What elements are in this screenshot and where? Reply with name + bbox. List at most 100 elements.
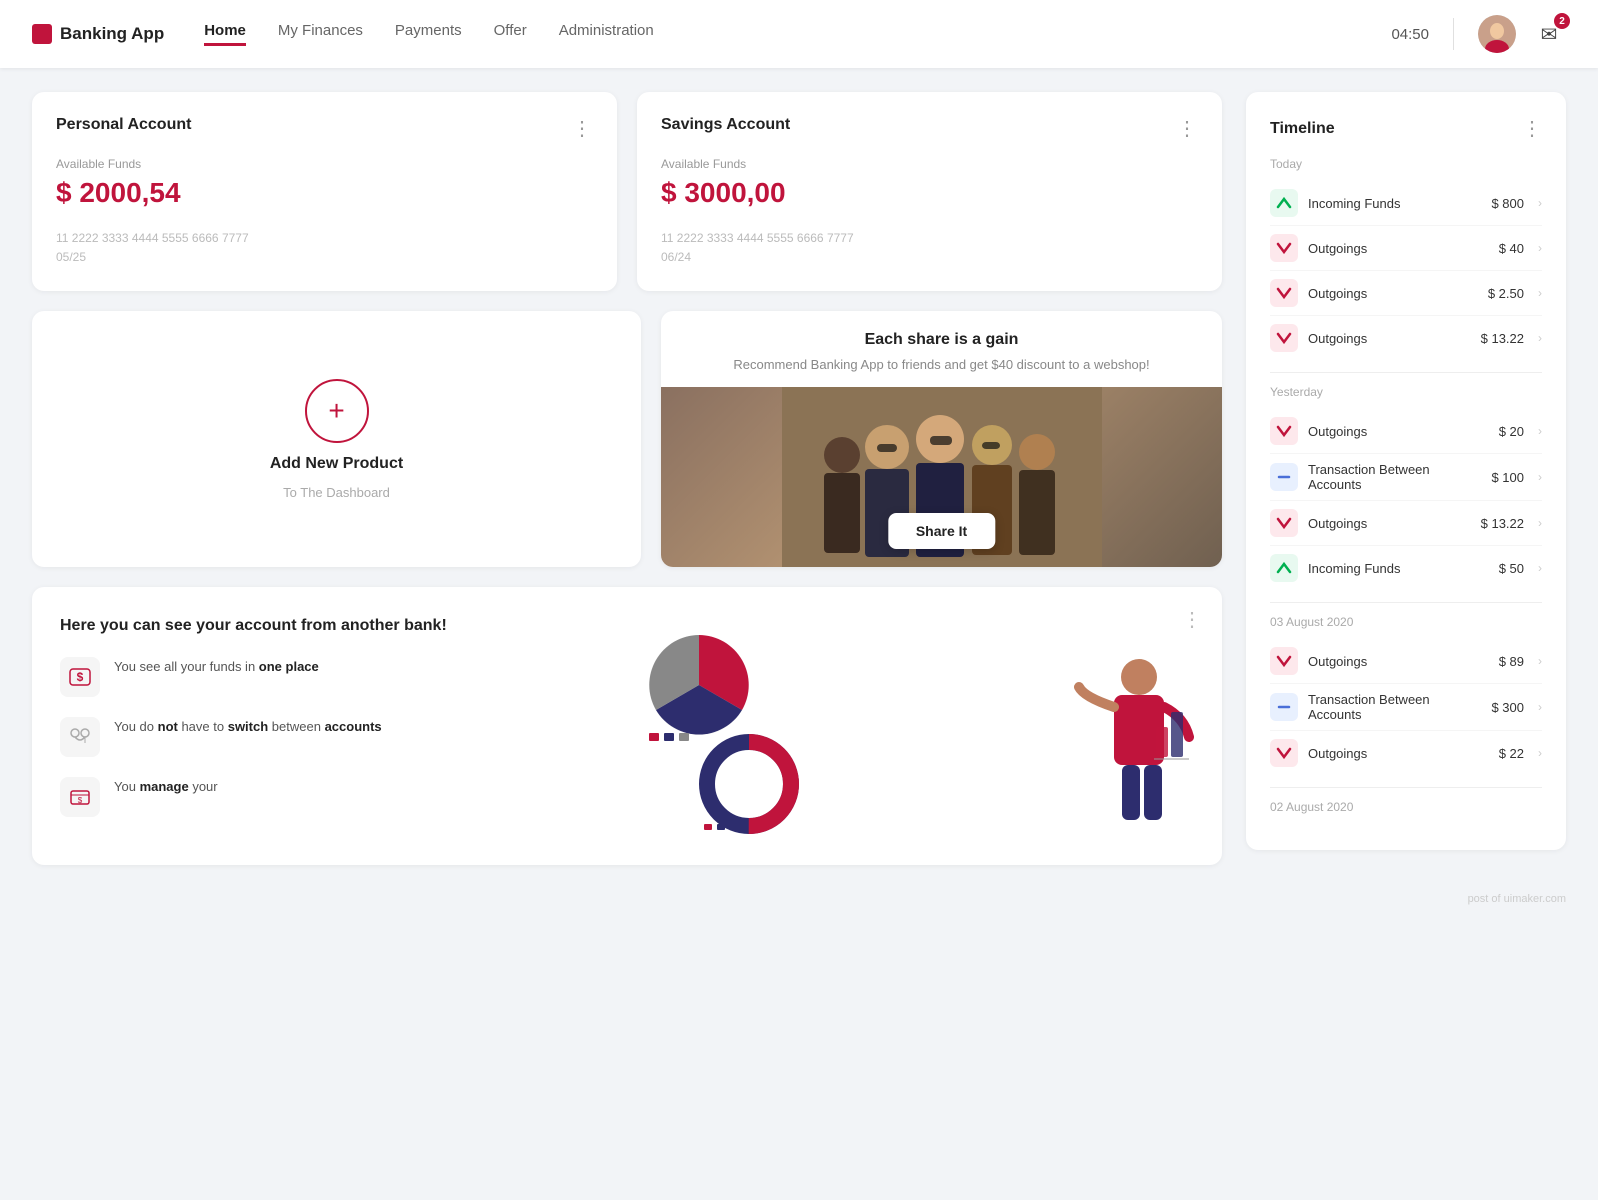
outgoing-icon bbox=[1270, 417, 1298, 445]
nav-right: 04:50 ✉ 2 bbox=[1391, 15, 1566, 53]
chevron-icon: › bbox=[1538, 286, 1542, 300]
bank-feature-text-2: You do not have to switch between accoun… bbox=[114, 717, 382, 738]
separator bbox=[1270, 602, 1542, 603]
person-illustration bbox=[1074, 647, 1194, 837]
savings-account-title: Savings Account bbox=[661, 116, 790, 134]
tl-item[interactable]: Incoming Funds $ 50 › bbox=[1270, 546, 1542, 590]
notifications-bell[interactable]: ✉ 2 bbox=[1532, 17, 1566, 51]
tl-item[interactable]: Outgoings $ 40 › bbox=[1270, 226, 1542, 271]
timeline-card: Timeline ⋮ Today Incoming Funds $ 800 › bbox=[1246, 92, 1566, 850]
tl-label: Transaction Between Accounts bbox=[1308, 692, 1481, 722]
accounts-switch-icon bbox=[68, 725, 92, 749]
personal-card-number: 11 2222 3333 4444 5555 6666 7777 bbox=[56, 229, 593, 248]
navbar: Banking App Home My Finances Payments Of… bbox=[0, 0, 1598, 68]
tl-item[interactable]: Incoming Funds $ 800 › bbox=[1270, 181, 1542, 226]
chevron-icon: › bbox=[1538, 746, 1542, 760]
tl-item[interactable]: Outgoings $ 22 › bbox=[1270, 731, 1542, 775]
chevron-icon: › bbox=[1538, 424, 1542, 438]
personal-account-menu[interactable]: ⋮ bbox=[572, 116, 593, 141]
bank-section-menu[interactable]: ⋮ bbox=[1182, 607, 1202, 632]
tl-amount: $ 300 bbox=[1491, 700, 1524, 715]
bank-feature-3: $ You manage your bbox=[60, 777, 615, 817]
tl-label: Transaction Between Accounts bbox=[1308, 462, 1481, 492]
tl-item[interactable]: Outgoings $ 2.50 › bbox=[1270, 271, 1542, 316]
bank-feature-text-3: You manage your bbox=[114, 777, 218, 798]
tl-amount: $ 13.22 bbox=[1481, 331, 1524, 346]
main-content: Personal Account ⋮ Available Funds $ 200… bbox=[0, 68, 1598, 889]
nav-time: 04:50 bbox=[1391, 26, 1429, 43]
incoming-funds-icon bbox=[1270, 189, 1298, 217]
human-figure bbox=[1074, 615, 1194, 837]
timeline-yesterday: Yesterday Outgoings $ 20 › Transaction B… bbox=[1270, 385, 1542, 590]
timeline-header: Timeline ⋮ bbox=[1270, 116, 1542, 141]
logo[interactable]: Banking App bbox=[32, 24, 164, 44]
bank-section: Here you can see your account from anoth… bbox=[32, 587, 1222, 865]
share-card-image: Share It bbox=[661, 387, 1222, 567]
logo-text: Banking App bbox=[60, 24, 164, 44]
money-icon: $ bbox=[68, 665, 92, 689]
tl-label: Outgoings bbox=[1308, 746, 1489, 761]
outgoing-icon bbox=[1270, 234, 1298, 262]
savings-account-menu[interactable]: ⋮ bbox=[1177, 116, 1198, 141]
svg-text:$: $ bbox=[78, 796, 83, 805]
pie-chart-container bbox=[639, 625, 759, 748]
bank-feature-text-1: You see all your funds in one place bbox=[114, 657, 319, 678]
timeline-aug3: 03 August 2020 Outgoings $ 89 › Transact… bbox=[1270, 615, 1542, 775]
tl-item[interactable]: Outgoings $ 20 › bbox=[1270, 409, 1542, 454]
tl-label: Outgoings bbox=[1308, 331, 1471, 346]
add-product-subtitle: To The Dashboard bbox=[283, 485, 390, 500]
tl-item[interactable]: Transaction Between Accounts $ 300 › bbox=[1270, 684, 1542, 731]
savings-card-number: 11 2222 3333 4444 5555 6666 7777 bbox=[661, 229, 1198, 248]
incoming-icon bbox=[1270, 554, 1298, 582]
tl-label: Outgoings bbox=[1308, 286, 1478, 301]
tl-amount: $ 40 bbox=[1499, 241, 1524, 256]
products-row: + Add New Product To The Dashboard Each … bbox=[32, 311, 1222, 567]
outgoing-icon bbox=[1270, 739, 1298, 767]
svg-text:$: $ bbox=[77, 670, 84, 684]
footer-text: post of uimaker.com bbox=[1468, 893, 1566, 905]
logo-square bbox=[32, 24, 52, 44]
timeline-title: Timeline bbox=[1270, 120, 1335, 138]
tl-item[interactable]: Outgoings $ 13.22 › bbox=[1270, 316, 1542, 360]
transaction-icon bbox=[1270, 463, 1298, 491]
add-product-card: + Add New Product To The Dashboard bbox=[32, 311, 641, 567]
aug3-label: 03 August 2020 bbox=[1270, 615, 1542, 629]
tl-label: Outgoings bbox=[1308, 241, 1489, 256]
tl-amount: $ 800 bbox=[1491, 196, 1524, 211]
chevron-icon: › bbox=[1538, 331, 1542, 345]
share-card-text: Each share is a gain Recommend Banking A… bbox=[661, 311, 1222, 387]
chevron-icon: › bbox=[1538, 700, 1542, 714]
bank-feature-1: $ You see all your funds in one place bbox=[60, 657, 615, 697]
chevron-icon: › bbox=[1538, 561, 1542, 575]
bank-section-title: Here you can see your account from anoth… bbox=[60, 615, 615, 637]
tl-amount: $ 100 bbox=[1491, 470, 1524, 485]
nav-administration[interactable]: Administration bbox=[559, 22, 654, 46]
tl-label: Outgoings bbox=[1308, 654, 1489, 669]
chevron-icon: › bbox=[1538, 516, 1542, 530]
chevron-icon: › bbox=[1538, 470, 1542, 484]
add-product-title: Add New Product bbox=[270, 455, 403, 473]
add-product-button[interactable]: + bbox=[305, 379, 369, 443]
tl-item[interactable]: Transaction Between Accounts $ 100 › bbox=[1270, 454, 1542, 501]
donut-chart-container bbox=[699, 734, 799, 837]
timeline-menu[interactable]: ⋮ bbox=[1522, 116, 1542, 141]
today-label: Today bbox=[1270, 157, 1542, 171]
avatar[interactable] bbox=[1478, 15, 1516, 53]
card-header: Personal Account ⋮ bbox=[56, 116, 593, 141]
manage-icon: $ bbox=[60, 777, 100, 817]
tl-amount: $ 50 bbox=[1499, 561, 1524, 576]
chevron-icon: › bbox=[1538, 241, 1542, 255]
tl-amount: $ 13.22 bbox=[1481, 516, 1524, 531]
footer: post of uimaker.com bbox=[0, 889, 1598, 913]
nav-myfinances[interactable]: My Finances bbox=[278, 22, 363, 46]
share-button[interactable]: Share It bbox=[888, 513, 995, 549]
nav-home[interactable]: Home bbox=[204, 22, 246, 46]
share-card: Each share is a gain Recommend Banking A… bbox=[661, 311, 1222, 567]
chevron-icon: › bbox=[1538, 654, 1542, 668]
nav-offer[interactable]: Offer bbox=[494, 22, 527, 46]
nav-payments[interactable]: Payments bbox=[395, 22, 462, 46]
tl-item[interactable]: Outgoings $ 13.22 › bbox=[1270, 501, 1542, 546]
personal-card-info: 11 2222 3333 4444 5555 6666 7777 05/25 bbox=[56, 229, 593, 267]
tl-item[interactable]: Outgoings $ 89 › bbox=[1270, 639, 1542, 684]
personal-funds-label: Available Funds bbox=[56, 157, 593, 171]
